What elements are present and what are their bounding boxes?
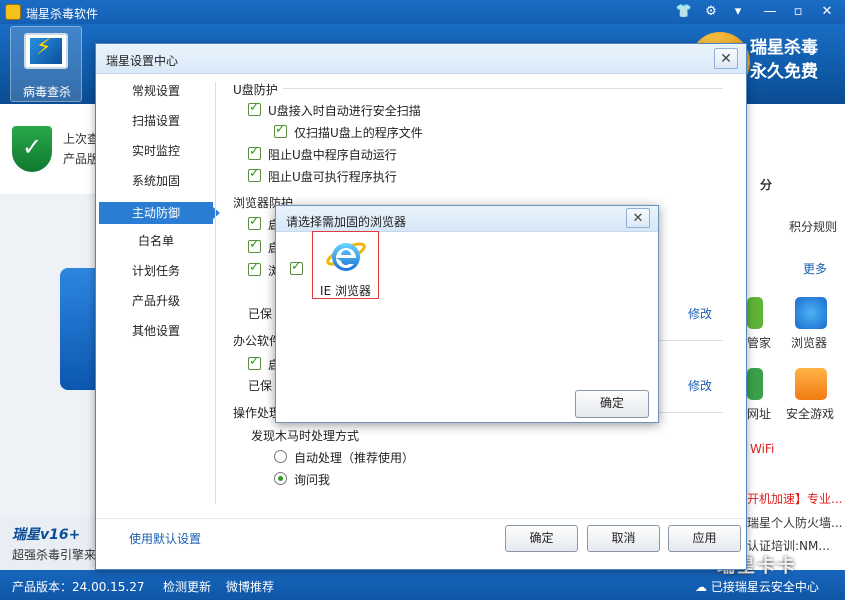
version-text: 产品版本：24.00.15.27 xyxy=(12,580,145,594)
app-housekeeper-label: 管家 xyxy=(747,336,772,350)
browser-saved-text: 已保 xyxy=(248,307,273,321)
usb-opt3-label: 阻止U盘中程序自动运行 xyxy=(268,148,397,162)
office-opt1-checkbox[interactable] xyxy=(248,354,261,370)
settings-ok-button[interactable]: 确定 xyxy=(505,525,578,552)
feature-tile xyxy=(60,268,100,390)
ie-select-checkbox[interactable] xyxy=(290,259,303,275)
app-game-label: 安全游戏 xyxy=(786,407,835,421)
points-rule-link[interactable]: 积分规则 xyxy=(789,218,837,235)
usb-opt2-checkbox[interactable] xyxy=(274,122,287,138)
action-heading-line xyxy=(659,412,723,413)
office-heading: 办公软件 xyxy=(233,334,282,348)
title-bar: 瑞星杀毒软件 👕 ⚙ ▾ — ▫ ✕ xyxy=(0,0,845,24)
settings-nav: 常规设置 扫描设置 实时监控 系统加固 主动防御 白名单 计划任务 产品升级 其… xyxy=(96,76,220,516)
office-saved-text: 已保 xyxy=(248,379,273,393)
office-modify-link[interactable]: 修改 xyxy=(688,377,712,394)
more-link[interactable]: 更多 xyxy=(803,260,827,277)
nav-scan[interactable]: 扫描设置 xyxy=(99,110,213,132)
cloud-status-text: ☁ 已接瑞星云安全中心 xyxy=(695,580,819,594)
lightning-icon: ⚡ xyxy=(36,35,52,60)
nav-virus-label: 病毒查杀 xyxy=(22,85,71,99)
browser-select-title-bar: 请选择需加固的浏览器 ✕ xyxy=(276,206,658,232)
app-browser-label: 浏览器 xyxy=(791,336,828,350)
minimize-icon[interactable]: — xyxy=(761,3,779,21)
shield-check-icon: ✓ xyxy=(12,126,52,172)
use-default-settings-link[interactable]: 使用默认设置 xyxy=(129,530,201,547)
promo-title: 瑞星v16+ xyxy=(12,527,81,543)
usb-opt3-checkbox[interactable] xyxy=(248,144,261,160)
news-item-2[interactable]: 瑞星个人防火墙... xyxy=(747,514,842,531)
browser-select-ok-button[interactable]: 确定 xyxy=(575,390,649,418)
browser-select-close-button[interactable]: ✕ xyxy=(626,208,650,228)
nav-schedule[interactable]: 计划任务 xyxy=(99,260,213,282)
nav-whitelist[interactable]: 白名单 xyxy=(99,230,213,252)
nav-upgrade[interactable]: 产品升级 xyxy=(99,290,213,312)
usb-opt1-checkbox[interactable] xyxy=(248,100,261,116)
last-scan-text: 上次查 xyxy=(63,132,100,146)
ask-me-radio[interactable] xyxy=(274,472,287,485)
nav-realtime[interactable]: 实时监控 xyxy=(99,140,213,162)
browser-select-dialog: 请选择需加固的浏览器 ✕ IE 浏览器 确定 xyxy=(275,205,659,423)
usb-opt2-label: 仅扫描U盘上的程序文件 xyxy=(294,126,423,140)
news-item-1[interactable]: 开机加速】专业... xyxy=(747,490,842,507)
check-update-link[interactable]: 检测更新 xyxy=(163,578,211,595)
product-text: 产品版 xyxy=(63,152,100,166)
settings-close-button[interactable]: ✕ xyxy=(714,48,738,69)
settings-title-bar: 瑞星设置中心 ✕ xyxy=(96,44,746,74)
nav-general[interactable]: 常规设置 xyxy=(99,80,213,102)
site-icon[interactable] xyxy=(747,368,763,400)
nav-hardening[interactable]: 系统加固 xyxy=(99,170,213,192)
wifi-text[interactable]: WiFi xyxy=(750,442,774,456)
promo-panel[interactable]: 瑞星v16+ 超强杀毒引擎来 xyxy=(0,516,100,570)
ie-browser-card[interactable]: IE 浏览器 xyxy=(312,231,379,299)
trojan-handling-label: 发现木马时处理方式 xyxy=(251,429,360,443)
housekeeper-icon[interactable] xyxy=(747,297,763,329)
usb-opt1-label: U盘接入时自动进行安全扫描 xyxy=(268,104,421,118)
tshirt-skin-icon[interactable]: 👕 xyxy=(675,3,693,21)
nav-other[interactable]: 其他设置 xyxy=(99,320,213,342)
slogan-line1: 瑞星杀毒 xyxy=(750,38,818,58)
usb-heading-line xyxy=(283,88,723,89)
ie-browser-label: IE 浏览器 xyxy=(320,284,371,298)
settings-cancel-button[interactable]: 取消 xyxy=(587,525,660,552)
nav-virus-scan[interactable]: ⚡ 病毒查杀 xyxy=(10,26,82,102)
browser-opt1-checkbox[interactable] xyxy=(248,214,261,230)
gamepad-icon[interactable] xyxy=(795,368,827,400)
brand-slogan: 瑞星杀毒 永久免费 xyxy=(750,36,818,84)
menu-icon[interactable]: ▾ xyxy=(729,3,747,21)
gear-icon[interactable]: ⚙ xyxy=(702,3,720,21)
ie-logo-icon xyxy=(326,242,366,271)
cloud-status-label: 已接瑞星云安全中心 xyxy=(710,580,819,594)
settings-footer-line xyxy=(96,518,746,519)
browser-opt2-checkbox[interactable] xyxy=(248,237,261,253)
promo-subtitle: 超强杀毒引擎来 xyxy=(12,548,97,562)
browser-modify-link[interactable]: 修改 xyxy=(688,305,712,322)
office-heading-line xyxy=(659,340,723,341)
slogan-line2: 永久免费 xyxy=(750,62,818,82)
settings-apply-button[interactable]: 应用 xyxy=(668,525,741,552)
usb-opt4-checkbox[interactable] xyxy=(248,166,261,182)
browser-select-title: 请选择需加固的浏览器 xyxy=(286,215,407,229)
browser-e-icon[interactable] xyxy=(795,297,827,329)
settings-title: 瑞星设置中心 xyxy=(106,54,179,68)
score-text: 分 xyxy=(760,178,773,192)
action-heading: 操作处理 xyxy=(233,406,282,420)
browser-opt3-checkbox[interactable] xyxy=(248,260,261,276)
app-title: 瑞星杀毒软件 xyxy=(26,7,99,21)
close-icon[interactable]: ✕ xyxy=(818,3,836,21)
app-site-label: 网址 xyxy=(747,407,772,421)
auto-handle-radio[interactable] xyxy=(274,450,287,463)
weibo-link[interactable]: 微博推荐 xyxy=(226,578,274,595)
nav-active-defense[interactable]: 主动防御 xyxy=(99,202,220,224)
rising-logo-icon xyxy=(5,4,21,20)
settings-divider xyxy=(215,82,216,504)
usb-opt4-label: 阻止U盘可执行程序执行 xyxy=(268,170,397,184)
usb-heading: U盘防护 xyxy=(233,83,278,97)
auto-handle-label: 自动处理（推荐使用） xyxy=(294,451,415,465)
ask-me-label: 询问我 xyxy=(294,473,331,487)
restore-icon[interactable]: ▫ xyxy=(789,3,807,21)
